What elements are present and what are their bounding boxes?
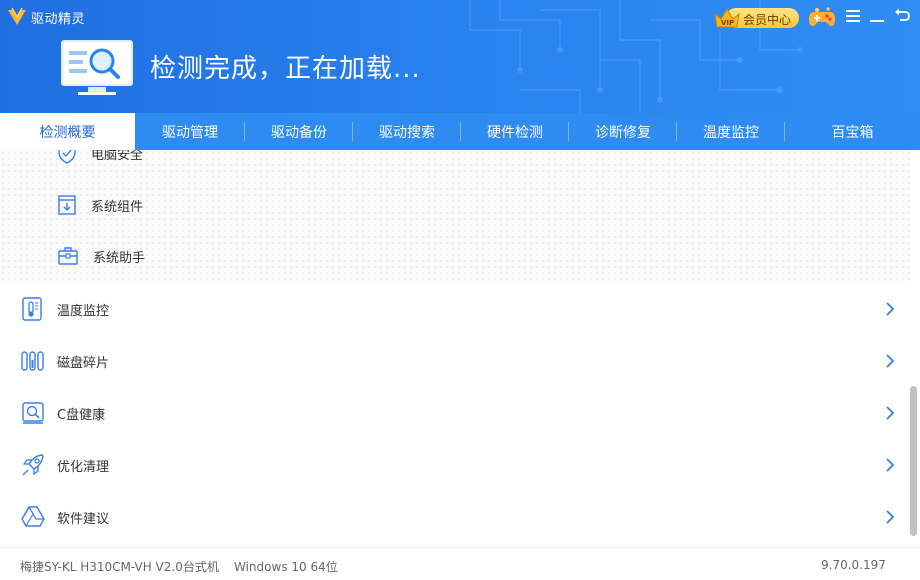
minimize-icon[interactable] <box>870 9 884 23</box>
tab-temperature-monitor[interactable]: 温度监控 <box>677 113 785 150</box>
app-window: 驱动精灵 检测完成，正在加载... 会员中心 VIP 检测概要 驱动管理 驱动备… <box>0 0 920 580</box>
tab-hardware-detection[interactable]: 硬件检测 <box>461 113 569 150</box>
gamepad-icon[interactable] <box>808 6 836 30</box>
chevron-right-icon <box>886 510 895 524</box>
tab-driver-search[interactable]: 驱动搜索 <box>353 113 461 150</box>
vertical-scrollbar[interactable] <box>908 150 920 547</box>
svg-text:VIP: VIP <box>721 19 734 27</box>
main-tabs: 检测概要 驱动管理 驱动备份 驱动搜索 硬件检测 诊断修复 温度监控 百宝箱 <box>0 113 920 150</box>
menu-icon[interactable] <box>846 9 860 23</box>
vip-center-label: 会员中心 <box>742 13 791 27</box>
status-title: 检测完成，正在加载... <box>150 54 421 84</box>
sub-item-system-assistant[interactable]: 系统助手 <box>57 246 145 266</box>
os-version: Windows 10 64位 <box>234 560 338 574</box>
row-optimize-clean[interactable]: 优化清理 <box>0 439 910 491</box>
thermometer-icon <box>22 297 42 321</box>
back-arrow-icon[interactable] <box>893 6 911 24</box>
software-icon <box>21 506 45 527</box>
tab-driver-backup[interactable]: 驱动备份 <box>245 113 353 150</box>
tab-driver-management[interactable]: 驱动管理 <box>135 113 245 150</box>
vip-center-button[interactable]: 会员中心 VIP <box>712 6 799 30</box>
tab-overview[interactable]: 检测概要 <box>0 113 135 150</box>
tab-toolbox[interactable]: 百宝箱 <box>785 113 920 150</box>
app-logo-icon <box>8 7 26 25</box>
chevron-right-icon <box>886 458 895 472</box>
scrollbar-thumb[interactable] <box>910 386 917 536</box>
chevron-right-icon <box>886 406 895 420</box>
app-version: 9.70.0.197 <box>821 558 886 572</box>
row-software-suggestions[interactable]: 软件建议 <box>0 491 910 543</box>
disk-fragment-icon <box>21 351 44 371</box>
tab-diagnose-repair[interactable]: 诊断修复 <box>569 113 677 150</box>
machine-model: 梅捷SY-KL H310CM-VH V2.0台式机 <box>20 560 219 574</box>
rocket-icon <box>22 454 44 476</box>
header: 驱动精灵 检测完成，正在加载... 会员中心 VIP <box>0 0 920 113</box>
expanded-sub-list: 电脑安全 系统组件 系统助手 <box>0 150 910 281</box>
chevron-right-icon <box>886 354 895 368</box>
row-temperature-monitor[interactable]: 温度监控 <box>0 283 910 335</box>
overview-content: 电脑安全 系统组件 系统助手 温度监控 磁盘碎片 C盘健康 优化清理 软件建议 <box>0 150 920 547</box>
row-c-drive-health[interactable]: C盘健康 <box>0 387 910 439</box>
disk-health-icon <box>22 402 44 424</box>
download-box-icon <box>58 195 76 215</box>
shield-icon <box>58 150 76 164</box>
app-name: 驱动精灵 <box>31 11 86 27</box>
sub-item-system-components[interactable]: 系统组件 <box>57 194 143 216</box>
chevron-right-icon <box>886 302 895 316</box>
brand: 驱动精灵 <box>6 6 85 28</box>
row-disk-defrag[interactable]: 磁盘碎片 <box>0 335 910 387</box>
sub-item-pc-security[interactable]: 电脑安全 <box>57 150 143 164</box>
status-bar: 梅捷SY-KL H310CM-VH V2.0台式机 Windows 10 64位… <box>0 547 920 580</box>
vip-crown-icon: VIP <box>714 8 740 28</box>
monitor-scan-icon <box>61 40 133 95</box>
toolbox-icon <box>58 247 78 265</box>
